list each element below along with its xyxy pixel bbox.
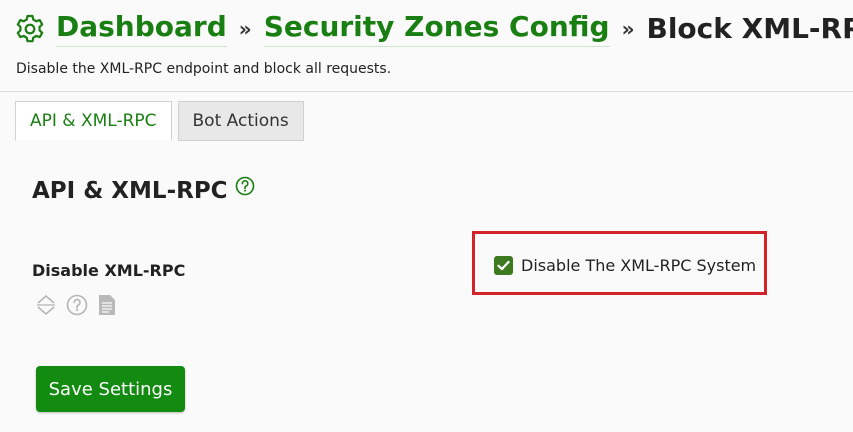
header-divider bbox=[0, 91, 853, 92]
checkmark-icon bbox=[497, 260, 510, 271]
breadcrumb-dashboard[interactable]: Dashboard bbox=[56, 10, 227, 47]
breadcrumb-security-zones-config[interactable]: Security Zones Config bbox=[263, 10, 610, 47]
sort-arrows-icon[interactable] bbox=[36, 294, 56, 316]
breadcrumb: Dashboard » Security Zones Config » Bloc… bbox=[14, 10, 853, 47]
tab-bot-actions[interactable]: Bot Actions bbox=[177, 101, 304, 141]
help-circle-icon[interactable] bbox=[235, 176, 255, 196]
section-title: API & XML-RPC bbox=[32, 178, 228, 204]
breadcrumb-separator: » bbox=[621, 16, 635, 41]
disable-xml-rpc-checkbox[interactable] bbox=[494, 256, 513, 275]
document-icon[interactable] bbox=[98, 294, 116, 316]
breadcrumb-separator: » bbox=[238, 16, 252, 41]
tab-bar: API & XML-RPC Bot Actions bbox=[15, 101, 310, 141]
gear-icon bbox=[16, 14, 44, 42]
page-title: Block XML-RPC bbox=[646, 11, 853, 45]
disable-xml-rpc-label[interactable]: Disable The XML-RPC System bbox=[521, 256, 756, 276]
save-settings-button[interactable]: Save Settings bbox=[36, 366, 185, 412]
field-icon-group bbox=[36, 294, 126, 316]
section-heading: API & XML-RPC bbox=[32, 176, 255, 204]
page-subtitle: Disable the XML-RPC endpoint and block a… bbox=[16, 61, 392, 77]
field-label: Disable XML-RPC bbox=[32, 261, 186, 280]
tab-api-xml-rpc[interactable]: API & XML-RPC bbox=[15, 101, 172, 141]
help-circle-icon[interactable] bbox=[66, 294, 88, 316]
